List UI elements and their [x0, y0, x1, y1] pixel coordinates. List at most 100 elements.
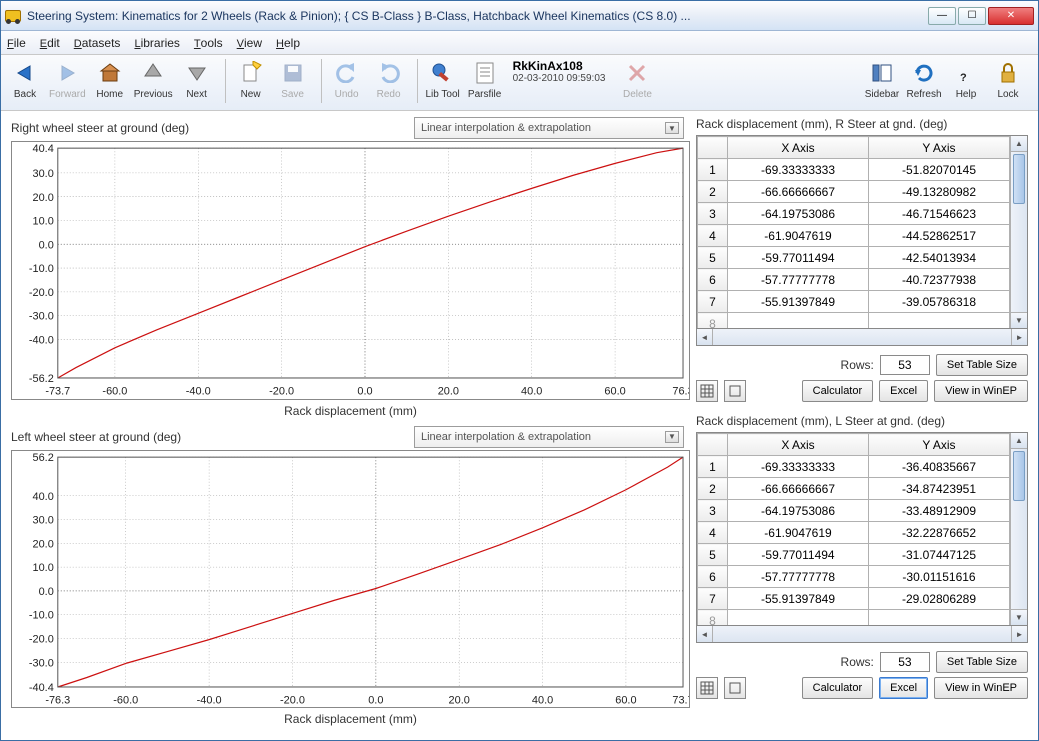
plot-title-right: Right wheel steer at ground (deg)	[11, 121, 189, 135]
svg-text:40.0: 40.0	[521, 385, 542, 397]
svg-text:-40.0: -40.0	[197, 694, 222, 706]
rows-input-right[interactable]	[880, 355, 930, 375]
svg-text:-40.4: -40.4	[29, 681, 54, 693]
svg-text:-73.7: -73.7	[45, 385, 70, 397]
maximize-button[interactable]: ☐	[958, 7, 986, 25]
rows-label: Rows:	[841, 655, 874, 669]
svg-text:20.0: 20.0	[33, 192, 54, 204]
winep-button-left[interactable]: View in WinEP	[934, 677, 1028, 699]
table-right: X AxisY Axis1-69.33333333-51.820701452-6…	[696, 135, 1028, 329]
svg-text:-60.0: -60.0	[113, 694, 138, 706]
menu-datasets[interactable]: Datasets	[74, 36, 121, 50]
minimize-button[interactable]: —	[928, 7, 956, 25]
box-icon-button[interactable]	[724, 380, 746, 402]
svg-text:10.0: 10.0	[33, 562, 54, 574]
menubar: File Edit Datasets Libraries Tools View …	[1, 31, 1038, 55]
home-button[interactable]: Home	[92, 59, 128, 100]
excel-button-left[interactable]: Excel	[879, 677, 928, 699]
svg-text:60.0: 60.0	[604, 385, 625, 397]
svg-text:-30.0: -30.0	[29, 311, 54, 323]
table-row[interactable]: 1-69.33333333-36.40835667	[698, 456, 1010, 478]
table-row[interactable]: 7-55.91397849-29.02806289	[698, 588, 1010, 610]
svg-text:0.0: 0.0	[39, 239, 54, 251]
sidebar-button[interactable]: Sidebar	[864, 59, 900, 100]
close-button[interactable]: ✕	[988, 7, 1034, 25]
table-row[interactable]: 3-64.19753086-33.48912909	[698, 500, 1010, 522]
file-date: 02-03-2010 09:59:03	[513, 73, 606, 84]
plot-xlabel-left: Rack displacement (mm)	[11, 712, 690, 728]
box-icon-button[interactable]	[724, 677, 746, 699]
new-button[interactable]: New	[233, 59, 269, 100]
svg-text:20.0: 20.0	[33, 538, 54, 550]
previous-button[interactable]: Previous	[134, 59, 173, 100]
excel-button-right[interactable]: Excel	[879, 380, 928, 402]
plot-left[interactable]: -76.3-60.0-40.0-20.00.020.040.060.073.7-…	[11, 450, 690, 709]
redo-button[interactable]: Redo	[371, 59, 407, 100]
scrollbar-vertical[interactable]: ▲▼	[1010, 433, 1027, 625]
table-row[interactable]: 7-55.91397849-39.05786318	[698, 291, 1010, 313]
menu-edit[interactable]: Edit	[40, 36, 60, 50]
svg-text:-10.0: -10.0	[29, 609, 54, 621]
table-title-left: Rack displacement (mm), L Steer at gnd. …	[696, 414, 1028, 428]
forward-button[interactable]: Forward	[49, 59, 86, 100]
svg-text:-40.0: -40.0	[186, 385, 211, 397]
grid-icon-button[interactable]	[696, 380, 718, 402]
menu-help[interactable]: Help	[276, 36, 300, 50]
window-title: Steering System: Kinematics for 2 Wheels…	[27, 9, 926, 23]
table-row[interactable]: 1-69.33333333-51.82070145	[698, 159, 1010, 181]
toolbar: Back Forward Home Previous Next New Save…	[1, 55, 1038, 111]
table-row[interactable]: 5-59.77011494-31.07447125	[698, 544, 1010, 566]
table-row[interactable]: 6-57.77777778-40.72377938	[698, 269, 1010, 291]
help-button[interactable]: ?Help	[948, 59, 984, 100]
table-row[interactable]: 4-61.9047619-32.22876652	[698, 522, 1010, 544]
set-table-size-left[interactable]: Set Table Size	[936, 651, 1028, 673]
libtool-button[interactable]: Lib Tool	[425, 59, 461, 100]
table-row[interactable]: 2-66.66666667-49.13280982	[698, 181, 1010, 203]
table-row[interactable]: 6-57.77777778-30.01151616	[698, 566, 1010, 588]
plot-right[interactable]: -73.7-60.0-40.0-20.00.020.040.060.076.3-…	[11, 141, 690, 400]
winep-button-right[interactable]: View in WinEP	[934, 380, 1028, 402]
interp-combo-right[interactable]: Linear interpolation & extrapolation▼	[414, 117, 684, 139]
scrollbar-horizontal[interactable]: ◄►	[696, 626, 1028, 643]
calculator-button-right[interactable]: Calculator	[802, 380, 874, 402]
table-row[interactable]: 4-61.9047619-44.52862517	[698, 225, 1010, 247]
chevron-down-icon: ▼	[665, 122, 679, 134]
table-row[interactable]: 2-66.66666667-34.87423951	[698, 478, 1010, 500]
svg-text:40.4: 40.4	[33, 143, 54, 155]
back-button[interactable]: Back	[7, 59, 43, 100]
set-table-size-right[interactable]: Set Table Size	[936, 354, 1028, 376]
table-row[interactable]: 5-59.77011494-42.54013934	[698, 247, 1010, 269]
parsfile-button[interactable]: Parsfile	[467, 59, 503, 100]
svg-text:-20.0: -20.0	[269, 385, 294, 397]
menu-tools[interactable]: Tools	[194, 36, 223, 50]
svg-text:-60.0: -60.0	[102, 385, 127, 397]
chevron-down-icon: ▼	[665, 431, 679, 443]
table-row[interactable]: 8	[698, 313, 1010, 329]
delete-button[interactable]: Delete	[619, 59, 655, 100]
menu-file[interactable]: File	[7, 36, 26, 50]
rows-input-left[interactable]	[880, 652, 930, 672]
undo-button[interactable]: Undo	[329, 59, 365, 100]
svg-text:10.0: 10.0	[33, 215, 54, 227]
scrollbar-horizontal[interactable]: ◄►	[696, 329, 1028, 346]
lock-button[interactable]: Lock	[990, 59, 1026, 100]
svg-text:73.7: 73.7	[672, 694, 689, 706]
next-button[interactable]: Next	[179, 59, 215, 100]
scrollbar-vertical[interactable]: ▲▼	[1010, 136, 1027, 328]
save-button[interactable]: Save	[275, 59, 311, 100]
table-left: X AxisY Axis1-69.33333333-36.408356672-6…	[696, 432, 1028, 626]
app-icon	[5, 10, 21, 22]
refresh-button[interactable]: Refresh	[906, 59, 942, 100]
grid-icon-button[interactable]	[696, 677, 718, 699]
menu-libraries[interactable]: Libraries	[134, 36, 179, 50]
svg-text:?: ?	[960, 72, 967, 84]
interp-combo-left[interactable]: Linear interpolation & extrapolation▼	[414, 426, 684, 448]
menu-view[interactable]: View	[237, 36, 262, 50]
svg-text:60.0: 60.0	[615, 694, 636, 706]
svg-text:0.0: 0.0	[357, 385, 372, 397]
svg-text:-10.0: -10.0	[29, 263, 54, 275]
svg-text:-40.0: -40.0	[29, 334, 54, 346]
calculator-button-left[interactable]: Calculator	[802, 677, 874, 699]
table-row[interactable]: 3-64.19753086-46.71546623	[698, 203, 1010, 225]
table-row[interactable]: 8	[698, 610, 1010, 626]
